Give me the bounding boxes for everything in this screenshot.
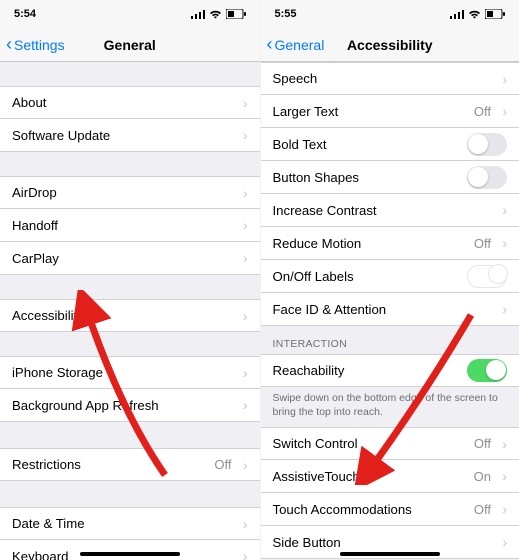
row-larger-text[interactable]: Larger TextOff› [261,95,519,128]
row-airdrop[interactable]: AirDrop› [0,176,260,209]
row-reachability[interactable]: Reachability [261,354,519,387]
toggle-off[interactable] [467,166,507,189]
chevron-right-icon: › [497,103,507,119]
chevron-right-icon: › [497,235,507,251]
back-button[interactable]: ‹ Settings [6,36,65,53]
row-speech[interactable]: Speech› [261,62,519,95]
settings-list[interactable]: Speech› Larger TextOff› Bold Text Button… [261,62,519,559]
toggle-off[interactable] [467,133,507,156]
status-bar: 5:55 [261,0,519,28]
battery-icon [226,9,246,19]
row-assistivetouch[interactable]: AssistiveTouchOn› [261,460,519,493]
row-background-app-refresh[interactable]: Background App Refresh› [0,389,260,422]
chevron-right-icon: › [497,301,507,317]
row-onoff-labels[interactable]: On/Off Labels [261,260,519,293]
row-switch-control[interactable]: Switch ControlOff› [261,427,519,460]
row-iphone-storage[interactable]: iPhone Storage› [0,356,260,389]
section-footer-reachability: Swipe down on the bottom edge of the scr… [261,387,519,421]
home-indicator [340,552,440,556]
row-carplay[interactable]: CarPlay› [0,242,260,275]
status-indicators [450,9,505,19]
row-touch-accommodations[interactable]: Touch AccommodationsOff› [261,493,519,526]
nav-bar: ‹ Settings General [0,28,260,62]
chevron-right-icon: › [238,397,248,413]
battery-icon [485,9,505,19]
chevron-right-icon: › [238,250,248,266]
chevron-right-icon: › [238,548,248,560]
chevron-right-icon: › [497,436,507,452]
section-header-interaction: INTERACTION [261,326,519,354]
phone-left: 5:54 ‹ Settings General About› Software … [0,0,260,560]
chevron-right-icon: › [238,308,248,324]
row-faceid-attention[interactable]: Face ID & Attention› [261,293,519,326]
signal-icon [191,10,205,19]
row-accessibility[interactable]: Accessibility› [0,299,260,332]
row-about[interactable]: About› [0,86,260,119]
back-label: General [275,37,325,53]
chevron-right-icon: › [238,516,248,532]
status-time: 5:54 [14,8,36,20]
chevron-right-icon: › [238,365,248,381]
chevron-left-icon: ‹ [267,35,273,53]
home-indicator [80,552,180,556]
chevron-right-icon: › [497,71,507,87]
toggle-on[interactable] [467,359,507,382]
chevron-right-icon: › [497,468,507,484]
chevron-right-icon: › [497,202,507,218]
row-software-update[interactable]: Software Update› [0,119,260,152]
back-button[interactable]: ‹ General [267,36,325,53]
row-restrictions[interactable]: RestrictionsOff› [0,448,260,481]
chevron-right-icon: › [238,217,248,233]
signal-icon [450,10,464,19]
chevron-right-icon: › [238,185,248,201]
chevron-right-icon: › [238,457,248,473]
row-keyboard[interactable]: Keyboard› [0,540,260,560]
status-indicators [191,9,246,19]
wifi-icon [468,10,481,19]
chevron-right-icon: › [238,95,248,111]
back-label: Settings [14,37,65,53]
row-bold-text[interactable]: Bold Text [261,128,519,161]
wifi-icon [209,10,222,19]
row-button-shapes[interactable]: Button Shapes [261,161,519,194]
row-increase-contrast[interactable]: Increase Contrast› [261,194,519,227]
status-time: 5:55 [275,8,297,20]
chevron-right-icon: › [238,127,248,143]
status-bar: 5:54 [0,0,260,28]
row-reduce-motion[interactable]: Reduce MotionOff› [261,227,519,260]
toggle-off[interactable] [467,265,507,288]
row-handoff[interactable]: Handoff› [0,209,260,242]
phone-right: 5:55 ‹ General Accessibility Speech› Lar… [260,0,519,560]
row-date-time[interactable]: Date & Time› [0,507,260,540]
chevron-right-icon: › [497,534,507,550]
chevron-right-icon: › [497,501,507,517]
nav-bar: ‹ General Accessibility [261,28,519,62]
settings-list[interactable]: About› Software Update› AirDrop› Handoff… [0,62,260,560]
chevron-left-icon: ‹ [6,35,12,53]
